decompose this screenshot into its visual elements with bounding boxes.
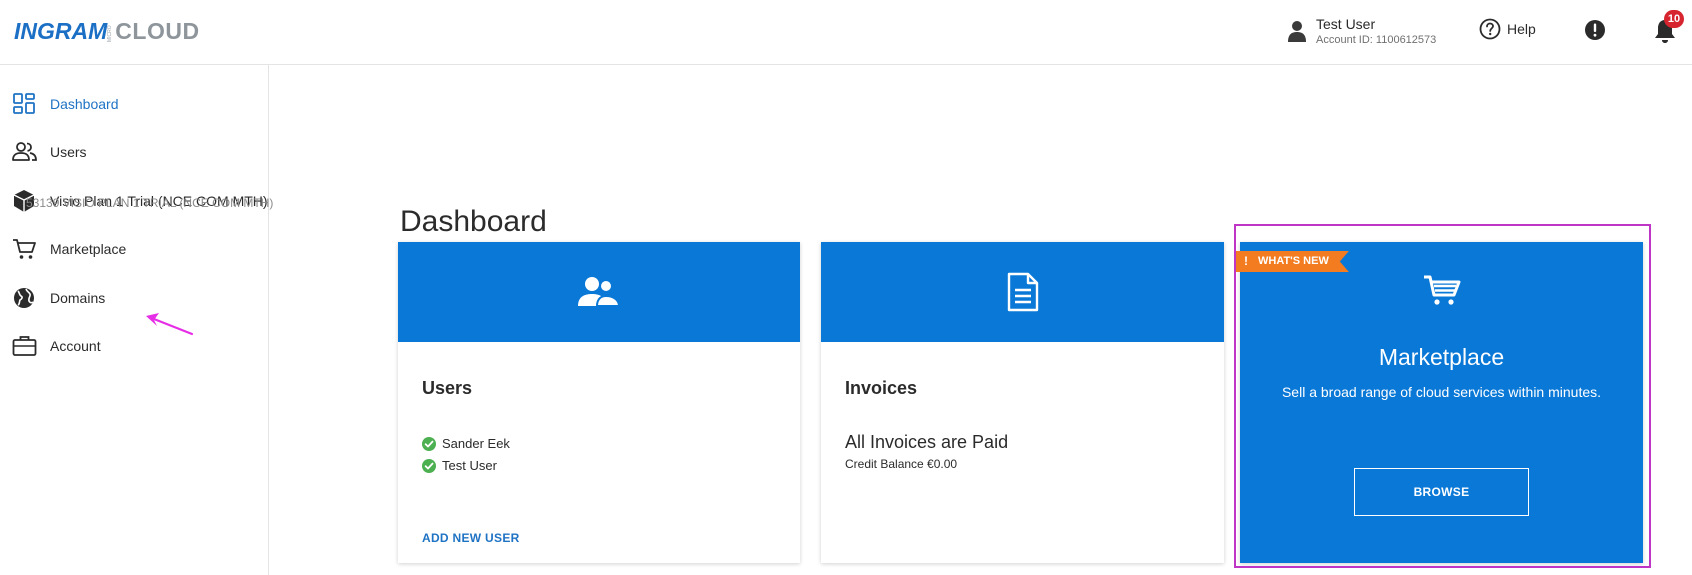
users-card: Users Sander Eek Test User ADD NEW USER	[398, 242, 800, 563]
sidebar-item-label: Users	[50, 144, 87, 160]
sidebar-ghost-text: 53139 VISIO PLAN 1 TRIAL (NCE COM MTH)	[26, 196, 274, 210]
user-name-label: Test User	[442, 458, 497, 473]
sidebar-item-marketplace[interactable]: Marketplace	[0, 229, 268, 269]
sidebar-item-users[interactable]: Users	[0, 132, 268, 172]
cart-icon	[13, 239, 36, 259]
users-card-title: Users	[422, 378, 473, 398]
document-icon	[1007, 272, 1038, 312]
logo-ingram-text: INGRAM	[14, 18, 108, 44]
logo-micro-text: MICRO	[107, 25, 114, 42]
globe-icon	[14, 288, 34, 308]
user-name: Test User	[1316, 15, 1376, 32]
notification-count-badge: 10	[1664, 10, 1684, 28]
page-title: Dashboard	[400, 205, 547, 239]
marketplace-card[interactable]: Marketplace Sell a broad range of cloud …	[1240, 242, 1643, 563]
user-list-item[interactable]: Sander Eek	[422, 436, 510, 451]
check-circle-icon	[422, 458, 436, 473]
sidebar-item-label: Dashboard	[50, 96, 119, 112]
sidebar: Dashboard Users Visio Plan 1 Trial (NCE …	[0, 65, 273, 575]
sidebar-item-domains[interactable]: Domains	[0, 278, 268, 318]
whats-new-label: WHAT'S NEW	[1258, 255, 1329, 267]
sidebar-item-account[interactable]: Account	[0, 326, 268, 366]
sidebar-item-label: Domains	[50, 290, 106, 306]
help-link[interactable]: Help	[1479, 18, 1536, 40]
users-icon	[12, 142, 37, 161]
account-id: Account ID: 1100612573	[1316, 33, 1437, 46]
alert-icon[interactable]	[1584, 19, 1606, 41]
marketplace-card-title: Marketplace	[1378, 344, 1505, 370]
top-header: INGRAM MICRO CLOUD Test User Account ID:…	[0, 0, 1692, 65]
ingram-cloud-logo[interactable]: INGRAM MICRO CLOUD	[14, 18, 200, 44]
check-circle-icon	[422, 436, 436, 451]
credit-balance: Credit Balance €0.00	[845, 457, 958, 471]
help-icon	[1479, 18, 1501, 40]
invoices-status: All Invoices are Paid	[845, 432, 1009, 452]
invoices-card-title: Invoices	[845, 378, 918, 398]
sidebar-item-label: Marketplace	[50, 241, 127, 257]
invoices-card-banner	[821, 242, 1224, 342]
pointer-arrow-icon	[146, 313, 194, 336]
user-icon	[1288, 21, 1306, 42]
exclamation-icon: !	[1244, 254, 1248, 268]
sidebar-item-label: Account	[50, 338, 101, 354]
user-list-item[interactable]: Test User	[422, 458, 497, 473]
whats-new-badge: ! WHAT'S NEW	[1234, 251, 1349, 272]
sidebar-item-dashboard[interactable]: Dashboard	[0, 84, 268, 124]
briefcase-icon	[12, 336, 37, 356]
user-name-label: Sander Eek	[442, 436, 510, 451]
cart-icon	[1424, 275, 1461, 305]
invoices-card: Invoices All Invoices are Paid Credit Ba…	[821, 242, 1224, 563]
logo-cloud-text: CLOUD	[115, 18, 200, 44]
dashboard-icon	[13, 93, 35, 114]
users-card-banner	[398, 242, 800, 342]
user-menu[interactable]: Test User Account ID: 1100612573	[1288, 15, 1436, 47]
marketplace-card-description: Sell a broad range of cloud services wit…	[1281, 384, 1602, 400]
browse-button[interactable]: BROWSE	[1354, 468, 1529, 516]
help-label: Help	[1507, 21, 1536, 37]
add-new-user-link[interactable]: ADD NEW USER	[422, 531, 520, 545]
users-group-icon	[578, 277, 621, 307]
